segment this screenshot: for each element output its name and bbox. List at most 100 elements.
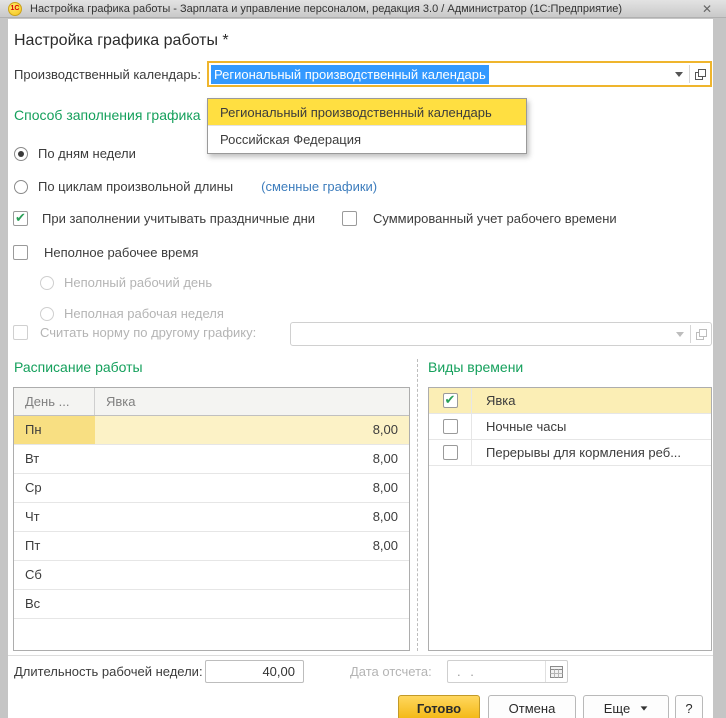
- time-kinds-heading: Виды времени: [428, 359, 524, 375]
- radio-icon[interactable]: [14, 146, 28, 161]
- calendar-combo-field[interactable]: Региональный производственный календарь: [207, 61, 712, 87]
- day-cell[interactable]: Пт: [14, 532, 95, 560]
- start-date-label: Дата отсчета:: [350, 664, 432, 679]
- chevron-down-icon: [640, 705, 648, 711]
- time-kind-label: Явка: [486, 393, 516, 408]
- checkbox-cell[interactable]: [429, 440, 472, 465]
- checkbox-parttime[interactable]: Неполное рабочее время: [13, 245, 198, 260]
- more-button[interactable]: Еще: [583, 695, 669, 718]
- checkbox-icon[interactable]: [442, 419, 458, 434]
- start-date-field[interactable]: . .: [447, 660, 568, 683]
- help-button[interactable]: ?: [675, 695, 703, 718]
- hours-cell[interactable]: [95, 561, 409, 589]
- dropdown-item[interactable]: Региональный производственный календарь: [208, 99, 526, 126]
- panel-splitter[interactable]: [417, 359, 418, 651]
- done-button[interactable]: Готово: [398, 695, 480, 718]
- window-title: Настройка графика работы - Зарплата и уп…: [30, 3, 623, 15]
- hours-cell[interactable]: [95, 590, 409, 618]
- checkbox-holidays-label: При заполнении учитывать праздничные дни: [42, 211, 316, 226]
- hours-cell[interactable]: 8,00: [95, 474, 409, 502]
- schedule-row[interactable]: Ср 8,00: [14, 474, 409, 503]
- dropdown-item[interactable]: Российская Федерация: [208, 126, 526, 153]
- checkbox-cell[interactable]: [429, 414, 472, 439]
- dialog-body: Настройка графика работы * Производствен…: [8, 19, 713, 718]
- other-schedule-combo-field: [290, 322, 712, 346]
- hours-cell[interactable]: 8,00: [95, 503, 409, 531]
- radio-icon: [40, 306, 54, 321]
- day-cell[interactable]: Сб: [14, 561, 95, 589]
- time-kind-label: Перерывы для кормления реб...: [486, 445, 682, 460]
- schedule-table-body: Пн 8,00 Вт 8,00 Ср 8,00 Чт 8,00 Пт 8,00 Сб Вс: [14, 416, 409, 619]
- radio-by-days-label: По дням недели: [38, 146, 136, 161]
- week-length-label: Длительность рабочей недели:: [14, 664, 203, 679]
- more-button-label: Еще: [603, 700, 631, 716]
- schedule-table-header: День ... Явка: [14, 388, 409, 416]
- checkbox-cell[interactable]: [429, 388, 472, 413]
- day-cell[interactable]: Пн: [14, 416, 95, 444]
- checkbox-icon[interactable]: [442, 392, 458, 408]
- column-header-day[interactable]: День ...: [14, 388, 95, 415]
- checkbox-icon[interactable]: [442, 445, 458, 460]
- time-kinds-list: Явка Ночные часы Перерывы для кормления ре…: [428, 387, 712, 651]
- schedule-row[interactable]: Вс: [14, 590, 409, 619]
- day-cell[interactable]: Чт: [14, 503, 95, 531]
- checkbox-icon[interactable]: [13, 245, 28, 260]
- schedule-row[interactable]: Чт 8,00: [14, 503, 409, 532]
- shift-schedules-link[interactable]: (сменные графики): [261, 179, 377, 194]
- footer-divider: [8, 655, 713, 656]
- time-kind-row[interactable]: Ночные часы: [429, 414, 711, 440]
- schedule-row[interactable]: Сб: [14, 561, 409, 590]
- time-kind-row[interactable]: Явка: [429, 388, 711, 414]
- checkbox-icon[interactable]: [342, 211, 357, 226]
- schedule-table: День ... Явка Пн 8,00 Вт 8,00 Ср 8,00 Чт 8,00 Пт…: [13, 387, 410, 651]
- radio-by-cycles-label: По циклам произвольной длины: [38, 179, 234, 194]
- app-logo-icon: 1С: [8, 2, 22, 16]
- day-cell[interactable]: Вт: [14, 445, 95, 473]
- hours-cell[interactable]: 8,00: [95, 416, 409, 444]
- start-date-placeholder: . .: [457, 664, 477, 679]
- window-titlebar: 1С Настройка графика работы - Зарплата и…: [0, 0, 726, 18]
- day-cell[interactable]: Ср: [14, 474, 95, 502]
- week-length-input[interactable]: [205, 660, 304, 683]
- selected-text: Региональный производственный календарь: [211, 64, 489, 84]
- radio-icon: [40, 275, 54, 290]
- checkbox-icon: [13, 325, 28, 340]
- hours-cell[interactable]: 8,00: [95, 445, 409, 473]
- radio-part-week[interactable]: Неполная рабочая неделя: [40, 306, 224, 321]
- schedule-row[interactable]: Вт 8,00: [14, 445, 409, 474]
- page-title: Настройка графика работы *: [14, 32, 229, 49]
- checkbox-holidays[interactable]: При заполнении учитывать праздничные дни: [13, 210, 316, 226]
- radio-icon[interactable]: [14, 179, 28, 194]
- choose-icon[interactable]: [690, 63, 710, 85]
- radio-part-day[interactable]: Неполный рабочий день: [40, 275, 212, 290]
- checkbox-summary-time[interactable]: Суммированный учет рабочего времени: [342, 211, 617, 226]
- chevron-down-icon[interactable]: [669, 63, 689, 85]
- checkbox-parttime-label: Неполное рабочее время: [44, 245, 199, 260]
- checkbox-other-schedule[interactable]: Считать норму по другому графику:: [13, 325, 256, 340]
- day-cell[interactable]: Вс: [14, 590, 95, 618]
- calendar-icon[interactable]: [545, 661, 567, 682]
- radio-by-days[interactable]: По дням недели: [14, 146, 136, 161]
- checkbox-other-schedule-label: Считать норму по другому графику:: [40, 325, 257, 340]
- radio-part-day-label: Неполный рабочий день: [64, 275, 213, 290]
- close-icon[interactable]: ✕: [700, 2, 714, 16]
- time-kind-row[interactable]: Перерывы для кормления реб...: [429, 440, 711, 466]
- time-kind-label: Ночные часы: [486, 419, 567, 434]
- column-header-attendance[interactable]: Явка: [95, 388, 409, 415]
- checkbox-icon[interactable]: [13, 210, 28, 226]
- hours-cell[interactable]: 8,00: [95, 532, 409, 560]
- calendar-field-label: Производственный календарь:: [14, 67, 201, 82]
- schedule-heading: Расписание работы: [14, 359, 143, 375]
- cancel-button[interactable]: Отмена: [488, 695, 576, 718]
- fill-method-heading: Способ заполнения графика: [14, 107, 201, 123]
- calendar-combo-value[interactable]: Региональный производственный календарь: [209, 63, 669, 85]
- chevron-down-icon: [670, 323, 690, 345]
- radio-by-cycles[interactable]: По циклам произвольной длины (сменные гр…: [14, 179, 377, 194]
- schedule-row[interactable]: Пт 8,00: [14, 532, 409, 561]
- choose-icon: [691, 323, 711, 345]
- schedule-row[interactable]: Пн 8,00: [14, 416, 409, 445]
- checkbox-summary-label: Суммированный учет рабочего времени: [373, 211, 617, 226]
- other-schedule-value: [291, 323, 670, 345]
- radio-part-week-label: Неполная рабочая неделя: [64, 306, 224, 321]
- calendar-dropdown: Региональный производственный календарь Р…: [207, 98, 527, 154]
